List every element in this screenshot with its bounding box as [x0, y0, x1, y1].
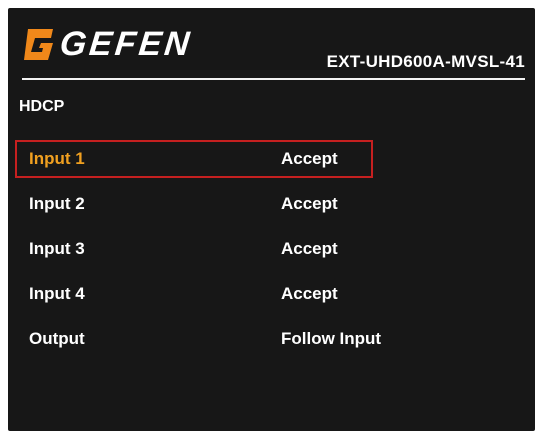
menu-row-input-1[interactable]: Input 1 Accept	[15, 140, 373, 178]
logo-wordmark: GEFEN	[58, 25, 195, 63]
menu-row-value: Accept	[281, 284, 338, 303]
menu-row-label: Input 3	[29, 239, 85, 258]
menu-row-output[interactable]: Output Follow Input	[15, 320, 381, 358]
menu-row-value: Accept	[281, 239, 338, 258]
menu-row-label: Input 2	[29, 194, 85, 213]
osd-screen: GEFEN EXT-UHD600A-MVSL-41 HDCP Input 1 A…	[8, 8, 535, 431]
menu-row-value: Accept	[281, 149, 338, 168]
menu-row-label: Input 1	[29, 149, 85, 168]
menu-row-label: Output	[29, 329, 85, 348]
page-title: HDCP	[19, 98, 65, 115]
menu-row-label: Input 4	[29, 284, 85, 303]
menu-row-value: Accept	[281, 194, 338, 213]
menu-row-input-4[interactable]: Input 4 Accept	[15, 275, 373, 313]
gefen-logo-icon	[24, 29, 53, 60]
header: GEFEN EXT-UHD600A-MVSL-41	[8, 8, 535, 80]
menu-row-value: Follow Input	[281, 329, 382, 348]
model-number: EXT-UHD600A-MVSL-41	[326, 52, 525, 71]
menu-row-input-3[interactable]: Input 3 Accept	[15, 230, 373, 268]
menu-row-input-2[interactable]: Input 2 Accept	[15, 185, 373, 223]
gefen-logo: GEFEN	[20, 22, 195, 66]
header-divider	[22, 78, 525, 80]
